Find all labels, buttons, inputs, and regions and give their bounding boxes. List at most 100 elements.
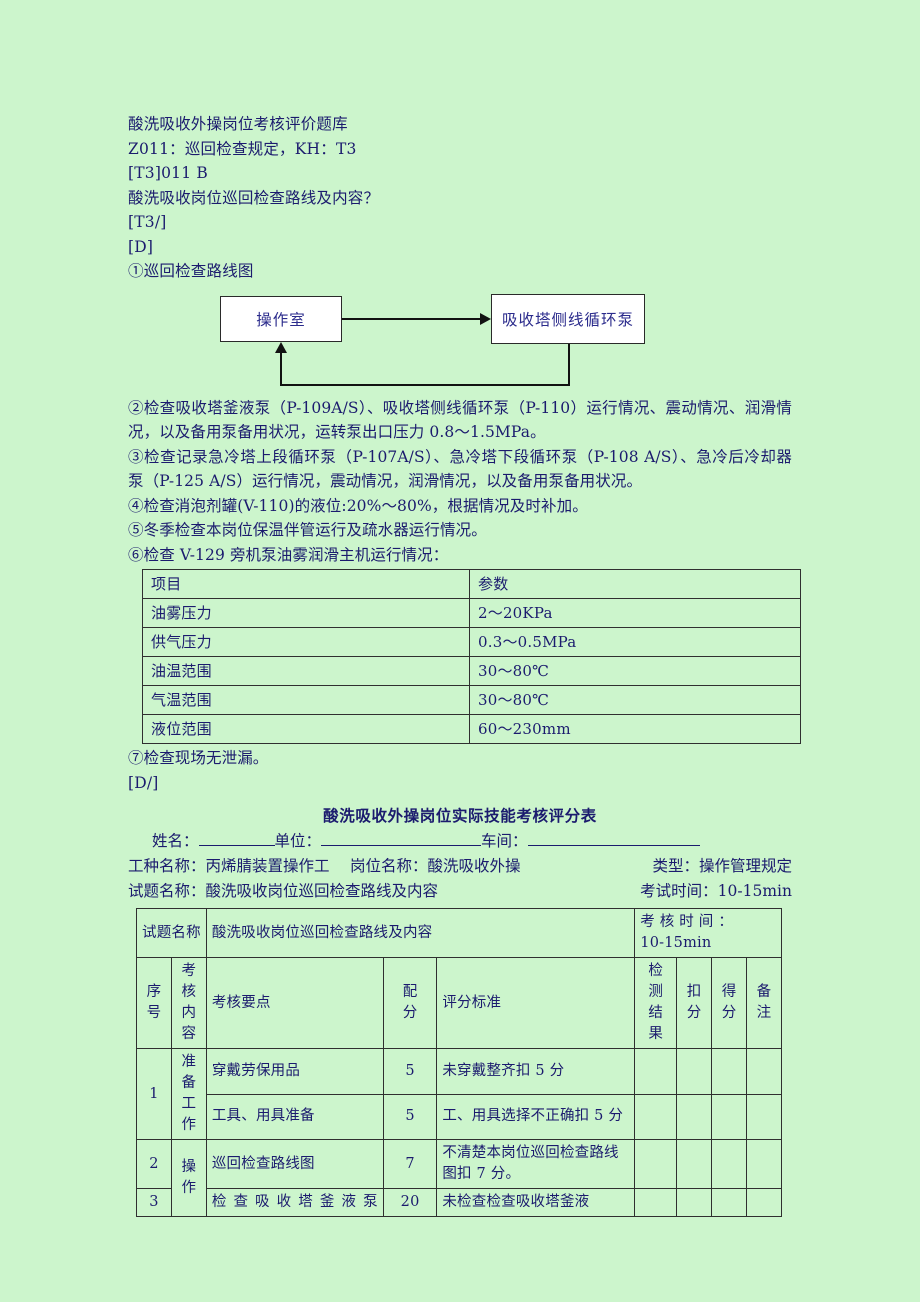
row-point: 工具、用具准备 [205,1093,384,1140]
document-tag-close: [T3/] [128,213,167,231]
table-header-row: 项目 参数 [142,569,801,599]
document-code-line: Z011：巡回检查规定，KH：T3 [128,139,357,158]
row-note-cell[interactable] [746,1188,782,1217]
column-header-deduct: 扣分 [676,957,713,1049]
row-gain-cell[interactable] [711,1093,748,1140]
name-input-blank[interactable] [198,830,275,846]
row-seq: 1 [136,1048,172,1140]
table-row: 油温范围 30～80℃ [142,656,801,686]
column-header-point: 考核要点 [205,957,384,1049]
document-answer-open: [D] [128,237,154,256]
post-name-value: 酸洗吸收外操 [427,857,521,875]
diagram-box-control-room: 操作室 [220,295,342,342]
unit-label: 单位： [274,832,322,850]
row-result-cell[interactable] [634,1093,678,1140]
row-gain-cell[interactable] [711,1048,748,1095]
param-name: 油温范围 [142,656,470,686]
row-standard: 工、用具选择不正确扣 5 分 [436,1093,636,1140]
job-name-label: 工种名称： [128,857,206,875]
diagram-connector-return-bottom [280,383,570,386]
row-result-cell[interactable] [634,1188,678,1217]
table-row: 工具、用具准备 5 工、用具选择不正确扣 5 分 [137,1093,782,1140]
param-value: 30～80℃ [469,685,801,715]
param-header-item: 项目 [142,569,470,599]
identity-blank-row: 姓名： 单位： 车间： [128,829,792,854]
column-header-note-text: 备注 [756,984,772,1021]
row-score: 20 [382,1188,438,1217]
subject-info-row: 试题名称：酸洗吸收岗位巡回检查路线及内容 考试时间：10-15min [128,879,792,904]
exam-time-header-value: 10-15min [640,935,712,951]
column-header-gain: 得分 [711,957,748,1049]
row-deduct-cell[interactable] [676,1139,713,1189]
row-gain-cell[interactable] [711,1139,748,1189]
row-score: 5 [382,1093,438,1140]
document-content: 酸洗吸收外操岗位考核评价题库 Z011：巡回检查规定，KH：T3 [T3]011… [128,112,801,1217]
type-value: 操作管理规定 [698,857,792,875]
column-header-category-text: 考核内容 [181,963,197,1042]
row-result-cell[interactable] [634,1139,678,1189]
row-note-cell[interactable] [746,1093,782,1140]
param-value: 0.3～0.5MPa [469,627,801,657]
inspection-route-diagram: 操作室 吸收塔侧线循环泵 [128,293,792,390]
row-score: 5 [382,1048,438,1095]
arrow-right-icon [480,312,491,325]
inspection-item-5: ⑤冬季检查本岗位保温伴管运行及疏水器运行情况。 [128,521,487,539]
table-row: 1 准备工作 穿戴劳保用品 5 未穿戴整齐扣 5 分 [136,1048,782,1140]
table-row: 供气压力 0.3～0.5MPa [142,627,801,657]
row-gain-cell[interactable] [711,1188,748,1217]
workshop-input-blank[interactable] [527,830,700,846]
row-standard: 未检查检查吸收塔釜液 [436,1188,636,1217]
name-label: 姓名： [152,832,199,850]
param-name: 液位范围 [142,714,470,744]
exam-time-label: 考试时间： [640,882,718,900]
column-header-gain-text: 得分 [721,984,737,1021]
table-row: 油雾压力 2～20KPa [142,598,801,628]
column-header-result: 检测结果 [634,957,678,1049]
column-header-seq: 序号 [136,957,172,1049]
row-seq: 3 [136,1188,172,1217]
param-name: 油雾压力 [142,598,470,628]
param-value: 60～230mm [469,714,801,744]
exam-time-segment: 考试时间：10-15min [640,879,792,904]
param-name: 供气压力 [142,627,470,657]
unit-input-blank[interactable] [321,830,482,846]
row-category-text: 操作 [181,1159,197,1196]
score-sheet-title: 酸洗吸收外操岗位实际技能考核评分表 [323,806,597,825]
table-row: 3 检查吸收塔釜液泵 20 未检查检查吸收塔釜液 [136,1188,782,1217]
document-page: 酸洗吸收外操岗位考核评价题库 Z011：巡回检查规定，KH：T3 [T3]011… [0,0,920,1302]
row-score: 7 [382,1139,438,1189]
column-header-score-text: 配分 [402,984,418,1021]
row-seq: 2 [136,1139,172,1189]
column-header-result-text: 检测结果 [648,963,664,1042]
row-category: 准备工作 [170,1048,207,1140]
row-point: 巡回检查路线图 [205,1139,384,1189]
type-info-segment: 类型：操作管理规定 [652,854,792,879]
inspection-item-4: ④检查消泡剂罐(V-110)的液位:20%～80%，根据情况及时补加。 [128,496,588,515]
row-result-cell[interactable] [634,1048,678,1095]
inspection-item-6: ⑥检查 V-129 旁机泵油雾润滑主机运行情况： [128,545,449,564]
job-info-segment: 工种名称：丙烯腈装置操作工 [128,854,330,879]
post-info-segment: 岗位名称：酸洗吸收外操 [350,854,521,879]
column-header-seq-text: 序号 [146,984,162,1021]
row-point: 检查吸收塔釜液泵 [205,1188,384,1217]
diagram-connector-return-down [568,343,570,386]
arrow-up-icon [275,341,287,353]
inspection-item-3: ③检查记录急冷塔上段循环泵（P-107A/S）、急冷塔下段循环泵（P-108 A… [128,447,792,491]
row-standard: 不清楚本岗位巡回检查路线图扣 7 分。 [436,1139,636,1189]
subject-label: 试题名称： [128,882,206,900]
diagram-box-absorber-pump: 吸收塔侧线循环泵 [491,293,645,344]
row-deduct-cell[interactable] [676,1048,713,1095]
row-deduct-cell[interactable] [676,1093,713,1140]
inspection-item-2: ②检查吸收塔釜液泵（P-109A/S）、吸收塔侧线循环泵（P-110）运行情况、… [128,398,792,442]
param-value: 30～80℃ [469,656,801,686]
exam-time-value: 10-15min [717,882,792,900]
row-note-cell[interactable] [746,1139,782,1189]
workshop-label: 车间： [481,832,528,850]
row-note-cell[interactable] [746,1048,782,1095]
param-name: 气温范围 [142,685,470,715]
subject-info-segment: 试题名称：酸洗吸收岗位巡回检查路线及内容 [128,879,438,904]
column-header-standard: 评分标准 [436,957,636,1049]
table-row: 气温范围 30～80℃ [142,685,801,715]
diagram-connector-return-up [280,351,282,386]
row-deduct-cell[interactable] [676,1188,713,1217]
